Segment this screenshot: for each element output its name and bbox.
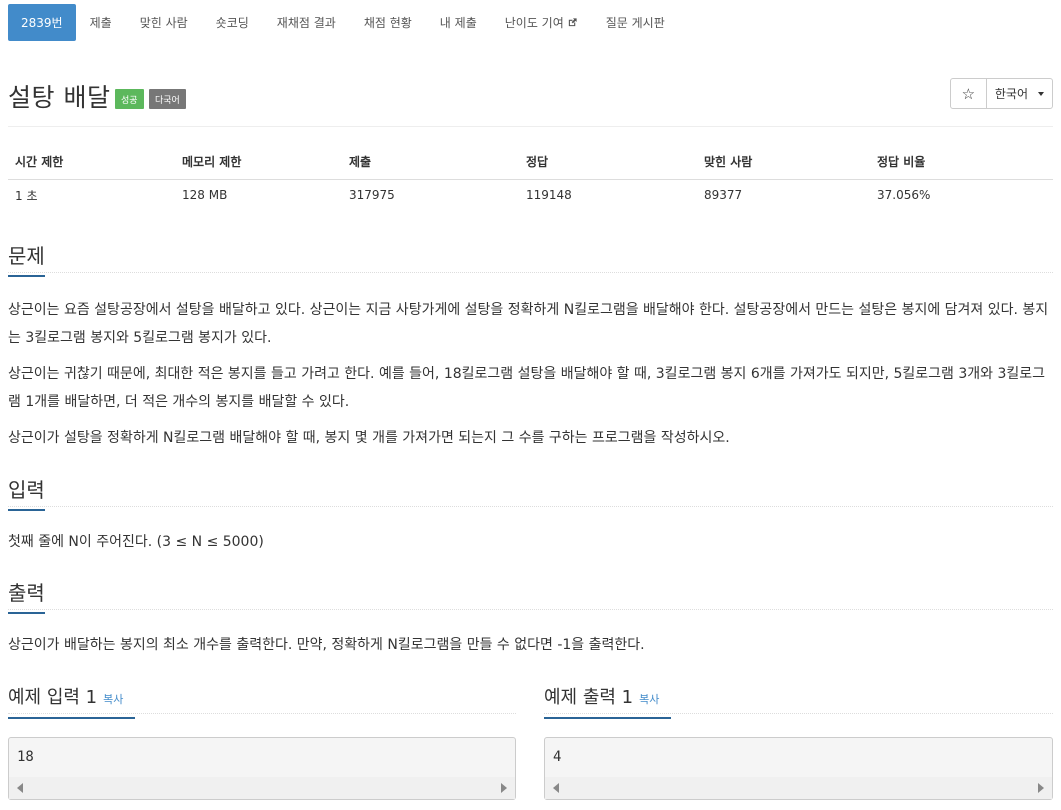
section-divider [8, 609, 1053, 610]
chevron-down-icon [1038, 91, 1044, 96]
tab-qna-board[interactable]: 질문 게시판 [592, 4, 679, 41]
horizontal-scrollbar[interactable] [545, 777, 1052, 799]
header-accept-ratio: 정답 비율 [870, 145, 1053, 180]
sample-input-title: 예제 입력 1 [8, 687, 98, 708]
memory-limit-value: 128 MB [182, 188, 228, 203]
scroll-left-icon[interactable] [17, 783, 23, 793]
tab-submit[interactable]: 제출 [76, 4, 126, 41]
scroll-right-icon[interactable] [1038, 783, 1044, 793]
star-button[interactable]: ☆ [951, 79, 987, 108]
submissions-value: 317975 [349, 188, 395, 203]
sample-output-value: 4 [553, 749, 562, 765]
heading-underline [544, 717, 671, 719]
output-heading-text: 출력 [8, 581, 45, 605]
accepted-value: 119148 [526, 188, 572, 203]
header-memory-limit: 메모리 제한 [175, 145, 342, 180]
sample-output-title: 예제 출력 1 [544, 687, 634, 708]
language-label: 한국어 [994, 87, 1028, 101]
sample-output-heading: 예제 출력 1 복사 [544, 683, 671, 719]
status-badge-success: 성공 [115, 89, 144, 109]
time-limit-value: 1 초 [15, 188, 38, 203]
tab-my-submissions[interactable]: 내 제출 [426, 4, 491, 41]
problem-actions: ☆ 한국어 [949, 78, 1053, 109]
heading-underline [8, 509, 45, 511]
tab-short-coding[interactable]: 숏코딩 [202, 4, 263, 41]
input-description: 첫째 줄에 N이 주어진다. (3 ≤ N ≤ 5000) [8, 534, 264, 550]
heading-underline [8, 275, 45, 277]
problem-heading: 문제 [8, 240, 45, 277]
problem-info-table: 시간 제한 메모리 제한 제출 정답 맞힌 사람 정답 비율 1 초 128 M… [8, 145, 1053, 211]
scroll-left-icon[interactable] [553, 783, 559, 793]
sample-input-heading: 예제 입력 1 복사 [8, 683, 135, 719]
section-divider [8, 272, 1053, 273]
table-header-row: 시간 제한 메모리 제한 제출 정답 맞힌 사람 정답 비율 [8, 145, 1053, 180]
problem-description-p3: 상근이가 설탕을 정확하게 N킬로그램 배달해야 할 때, 봉지 몇 개를 가져… [8, 430, 730, 446]
problem-title: 설탕 배달 [8, 83, 111, 112]
sample-input-box: 18 [8, 737, 516, 800]
copy-output-button[interactable]: 복사 [639, 693, 659, 706]
tab-status[interactable]: 채점 현황 [350, 4, 426, 41]
tab-difficulty-label: 난이도 기여 [504, 16, 564, 30]
external-link-icon [568, 18, 577, 27]
input-heading: 입력 [8, 474, 45, 511]
problem-tabs: 2839번 제출 맞힌 사람 숏코딩 재채점 결과 채점 현황 내 제출 난이도… [8, 4, 679, 41]
section-divider [544, 713, 1053, 714]
tab-solved-users[interactable]: 맞힌 사람 [126, 4, 202, 41]
scroll-right-icon[interactable] [501, 783, 507, 793]
heading-underline [8, 612, 45, 614]
copy-input-button[interactable]: 복사 [103, 693, 123, 706]
sample-output-box: 4 [544, 737, 1053, 800]
status-badge-multilang: 다국어 [149, 89, 186, 109]
header-solved-users: 맞힌 사람 [697, 145, 870, 180]
section-divider [8, 506, 1053, 507]
table-row: 1 초 128 MB 317975 119148 89377 37.056% [8, 179, 1053, 211]
problem-description-p2: 상근이는 귀찮기 때문에, 최대한 적은 봉지를 들고 가려고 한다. 예를 들… [8, 366, 1046, 410]
sample-input-value: 18 [17, 749, 34, 765]
problem-title-row: 설탕 배달 성공 다국어 ☆ 한국어 [8, 76, 1053, 116]
language-dropdown[interactable]: 한국어 [987, 79, 1052, 108]
problem-description-p1: 상근이는 요즘 설탕공장에서 설탕을 배달하고 있다. 상근이는 지금 사탕가게… [8, 302, 1049, 346]
horizontal-scrollbar[interactable] [9, 777, 515, 799]
solved-users-value: 89377 [704, 188, 743, 203]
output-description: 상근이가 배달하는 봉지의 최소 개수를 출력한다. 만약, 정확하게 N킬로그… [8, 637, 645, 653]
tab-problem[interactable]: 2839번 [8, 4, 76, 41]
tab-difficulty[interactable]: 난이도 기여 [491, 4, 592, 41]
star-icon: ☆ [961, 84, 976, 103]
output-heading: 출력 [8, 577, 45, 614]
header-submissions: 제출 [342, 145, 519, 180]
tab-rejudge[interactable]: 재채점 결과 [263, 4, 350, 41]
problem-heading-text: 문제 [8, 244, 45, 268]
header-accepted: 정답 [519, 145, 697, 180]
section-divider [8, 713, 516, 714]
heading-underline [8, 717, 135, 719]
header-time-limit: 시간 제한 [8, 145, 175, 180]
input-heading-text: 입력 [8, 478, 45, 502]
title-divider [8, 126, 1053, 127]
accept-ratio-value: 37.056% [877, 188, 931, 203]
